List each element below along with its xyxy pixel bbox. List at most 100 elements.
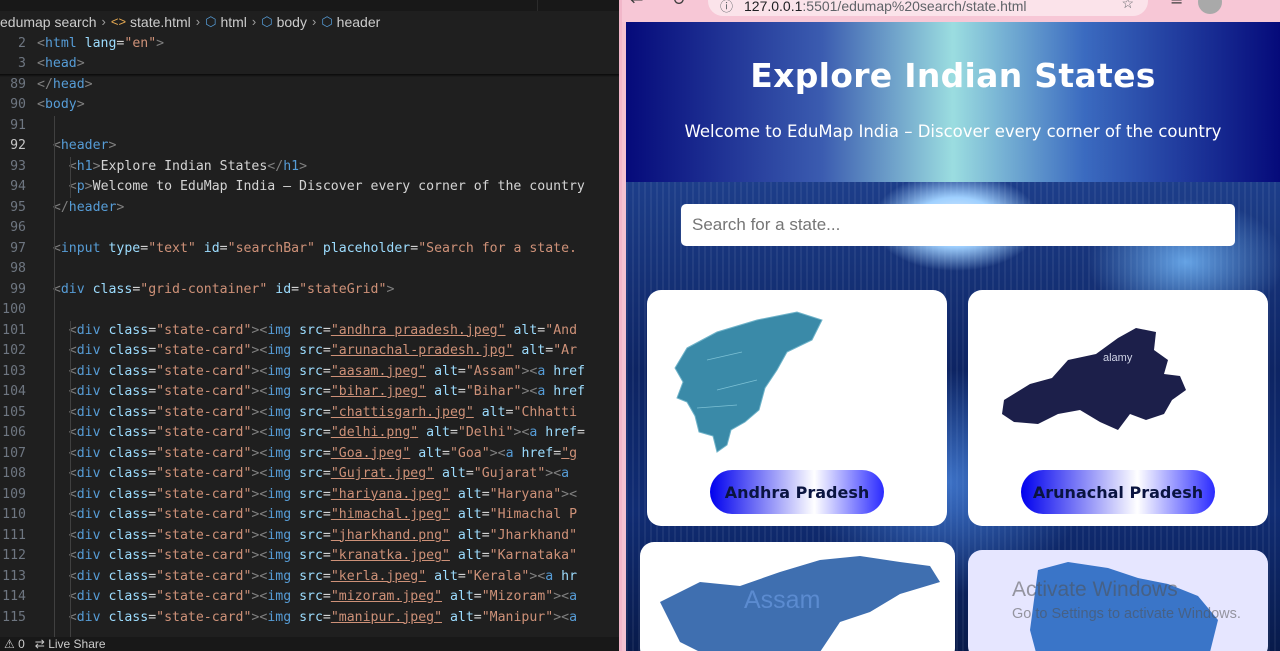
code-line[interactable]: 99 <div class="grid-container" id="state… — [0, 280, 622, 301]
url-host: 127.0.0.1 — [744, 0, 803, 14]
state-card-andhra-pradesh[interactable]: Andhra Pradesh — [647, 290, 947, 526]
code-text: <div class="state-card"><img src="bihar.… — [68, 384, 585, 399]
code-line[interactable]: 101 <div class="state-card"><img src="an… — [0, 321, 622, 342]
code-text: <div class="state-card"><img src="delhi.… — [68, 425, 585, 440]
code-line[interactable]: 2 <html lang="en"> — [0, 34, 622, 55]
line-number: 91 — [10, 117, 26, 133]
indent-guide — [70, 321, 71, 637]
code-text: <div class="state-card"><img src="Gujrat… — [68, 466, 570, 481]
avatar[interactable] — [1198, 0, 1222, 14]
code-line[interactable]: 105 <div class="state-card"><img src="ch… — [0, 403, 622, 424]
breadcrumb-body[interactable]: ⬡ body — [261, 14, 307, 30]
line-number: 115 — [2, 609, 26, 625]
code-text: <div class="state-card"><img src="mizora… — [68, 589, 578, 604]
breadcrumb-html[interactable]: ⬡ html — [205, 14, 247, 30]
map-state-label: Assam — [744, 586, 821, 614]
code-line[interactable]: 96 — [0, 218, 622, 239]
code-line[interactable]: 110 <div class="state-card"><img src="hi… — [0, 505, 622, 526]
breadcrumb-header[interactable]: ⬡ header — [321, 14, 380, 30]
code-text: <div class="state-card"><img src="aasam.… — [68, 363, 585, 379]
code-line[interactable]: 103 <div class="state-card"><img src="aa… — [0, 362, 622, 383]
status-bar: ⚠ 0 ⇄ Live Share — [0, 637, 622, 651]
line-number: 103 — [2, 363, 26, 379]
code-text: <p>Welcome to EduMap India – Discover ev… — [68, 179, 585, 194]
chevron-right-icon: › — [101, 14, 106, 29]
bookmark-star-icon[interactable]: ☆ — [1121, 0, 1134, 12]
line-number: 108 — [2, 466, 26, 481]
code-text: <div class="state-card"><img src="kerla.… — [68, 568, 578, 584]
windows-activation-watermark: Activate Windows Go to Settings to activ… — [1012, 578, 1241, 622]
browser-window: ← ↻ ⓘ 127.0.0.1:5501/edumap%20search/sta… — [622, 0, 1280, 651]
line-number: 3 — [18, 56, 26, 71]
code-line[interactable]: 100 — [0, 300, 622, 321]
code-line[interactable]: 90 <body> — [0, 95, 622, 116]
breadcrumb-body-label: body — [276, 13, 307, 30]
line-number: 107 — [2, 445, 26, 461]
site-info-icon[interactable]: ⓘ — [720, 0, 733, 15]
indent-guide — [54, 116, 55, 637]
watermark-line-1: Activate Windows — [1012, 578, 1178, 601]
breadcrumb-file[interactable]: <> state.html — [111, 14, 191, 30]
more-options-icon[interactable]: ⋯ — [1240, 0, 1256, 7]
state-card-arunachal-pradesh[interactable]: alamy Arunachal Pradesh — [968, 290, 1268, 526]
web-page: Explore Indian States Welcome to EduMap … — [626, 22, 1280, 651]
code-line[interactable]: 107 <div class="state-card"><img src="Go… — [0, 444, 622, 465]
line-number: 111 — [2, 527, 26, 543]
code-text: </head> — [37, 76, 93, 92]
code-line[interactable]: 102 <div class="state-card"><img src="ar… — [0, 341, 622, 362]
line-number: 93 — [10, 158, 26, 174]
live-share-button[interactable]: ⇄ Live Share — [35, 637, 106, 651]
state-search-input[interactable] — [681, 204, 1235, 246]
code-line[interactable]: 112 <div class="state-card"><img src="kr… — [0, 546, 622, 567]
address-bar[interactable]: ⓘ 127.0.0.1:5501/edumap%20search/state.h… — [708, 0, 1148, 16]
warning-icon: ⚠ — [4, 637, 15, 651]
line-number: 98 — [10, 261, 26, 276]
code-text: <div class="state-card"><img src="arunac… — [68, 343, 578, 358]
page-subtitle: Welcome to EduMap India – Discover every… — [684, 122, 1222, 141]
code-line[interactable]: 109 <div class="state-card"><img src="ha… — [0, 485, 622, 506]
problems-count: 0 — [18, 637, 25, 651]
code-line[interactable]: 106 <div class="state-card"><img src="de… — [0, 423, 622, 444]
code-text: <div class="state-card"><img src="himach… — [68, 507, 578, 522]
code-line[interactable]: 114 <div class="state-card"><img src="mi… — [0, 587, 622, 608]
code-line[interactable]: 115 <div class="state-card"><img src="ma… — [0, 608, 622, 629]
code-line[interactable]: 97 <input type="text" id="searchBar" pla… — [0, 239, 622, 260]
line-number: 110 — [2, 507, 26, 522]
reload-icon[interactable]: ↻ — [672, 0, 685, 9]
code-line[interactable]: 89 </head> — [0, 75, 622, 96]
code-line[interactable]: 104 <div class="state-card"><img src="bi… — [0, 382, 622, 403]
line-number: 114 — [2, 589, 26, 604]
line-number: 95 — [10, 199, 26, 215]
line-number: 102 — [2, 343, 26, 358]
html-file-icon: <> — [110, 14, 127, 29]
reading-list-icon[interactable]: ≡ — [1170, 0, 1183, 9]
breadcrumb-html-label: html — [220, 13, 247, 30]
line-number: 96 — [10, 220, 26, 235]
line-number: 99 — [10, 281, 26, 297]
code-line[interactable]: 3 <head> — [0, 54, 622, 75]
code-line[interactable]: 93 <h1>Explore Indian States</h1> — [0, 157, 622, 178]
code-line[interactable]: 108 <div class="state-card"><img src="Gu… — [0, 464, 622, 485]
state-card-assam[interactable]: Assam — [640, 542, 955, 651]
code-line[interactable]: 94 <p>Welcome to EduMap India – Discover… — [0, 177, 622, 198]
line-number: 100 — [2, 302, 26, 317]
andhra-pradesh-button[interactable]: Andhra Pradesh — [710, 470, 884, 514]
line-number: 90 — [10, 97, 26, 112]
line-number: 2 — [18, 35, 26, 51]
breadcrumb-folder[interactable]: edumap search — [0, 14, 97, 30]
chevron-right-icon: › — [195, 14, 201, 29]
code-line[interactable]: 98 — [0, 259, 622, 280]
code-line[interactable]: 113 <div class="state-card"><img src="ke… — [0, 567, 622, 588]
problems-indicator[interactable]: ⚠ 0 — [4, 637, 25, 651]
code-line[interactable]: 95 </header> — [0, 198, 622, 219]
code-line[interactable]: 91 — [0, 116, 622, 137]
arunachal-pradesh-button[interactable]: Arunachal Pradesh — [1021, 470, 1215, 514]
breadcrumb-header-label: header — [336, 13, 381, 30]
editor-tab[interactable] — [0, 0, 538, 11]
code-text: <head> — [37, 56, 85, 71]
code-line[interactable]: 111 <div class="state-card"><img src="jh… — [0, 526, 622, 547]
back-icon[interactable]: ← — [630, 0, 643, 9]
code-line[interactable]: 92 <header> — [0, 136, 622, 157]
code-text: <div class="state-card"><img src="jharkh… — [68, 527, 578, 543]
line-number: 97 — [10, 240, 26, 256]
